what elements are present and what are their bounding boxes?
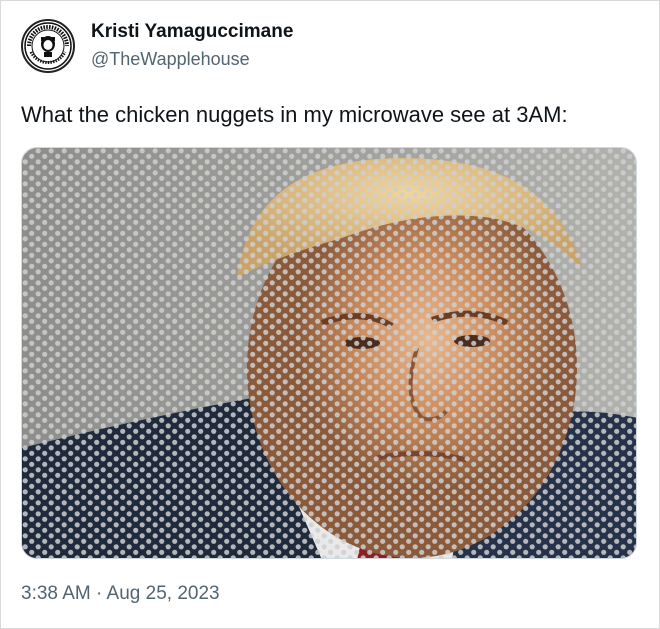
author-names: Kristi Yamaguccimane @TheWapplehouse <box>91 21 293 71</box>
tweet-timestamp[interactable]: 3:38 AM · Aug 25, 2023 <box>21 583 220 605</box>
author-handle[interactable]: @TheWapplehouse <box>91 47 293 71</box>
photo-behind-microwave-mesh-icon <box>22 148 636 558</box>
tweet-text: What the chicken nuggets in my microwave… <box>21 102 568 127</box>
tweet-card: Kristi Yamaguccimane @TheWapplehouse Wha… <box>0 0 660 629</box>
avatar[interactable] <box>21 19 75 73</box>
tweet-header: Kristi Yamaguccimane @TheWapplehouse <box>21 19 293 73</box>
tweet-media[interactable] <box>21 147 637 559</box>
waffle-house-seal-icon <box>24 22 72 70</box>
author-display-name[interactable]: Kristi Yamaguccimane <box>91 21 293 43</box>
